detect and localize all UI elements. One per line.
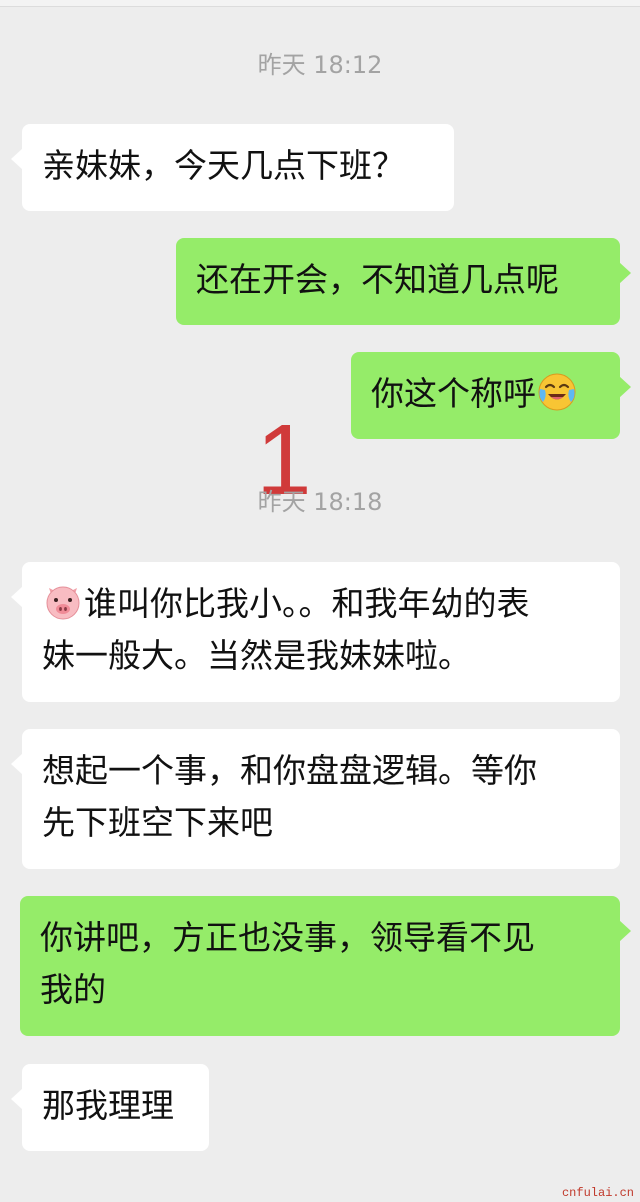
bubble-tail — [619, 376, 631, 398]
crying-laughing-emoji-icon — [537, 372, 577, 412]
message-text: 你这个称呼 — [371, 374, 536, 413]
message-text: 那我理理 — [42, 1086, 174, 1125]
bubble-tail — [11, 148, 23, 170]
message-bubble-incoming[interactable]: 谁叫你比我小。。和我年幼的表 妹一般大。当然是我妹妹啦。 — [11, 562, 620, 702]
message-text-line: 妹一般大。当然是我妹妹啦。 — [42, 636, 471, 675]
bubble-tail — [11, 753, 23, 775]
timestamp: 昨天 18:18 — [257, 488, 383, 516]
message-bubble-incoming[interactable]: 亲妹妹，今天几点下班？ — [11, 124, 454, 211]
bubble-tail — [11, 586, 23, 608]
message-bubble-outgoing[interactable]: 你这个称呼 — [351, 352, 631, 439]
bubble-tail — [11, 1088, 23, 1110]
message-text: 亲妹妹，今天几点下班？ — [42, 146, 405, 185]
message-bubble-outgoing[interactable]: 你讲吧，方正也没事，领导看不见 我的 — [20, 896, 631, 1036]
status-divider — [0, 0, 640, 7]
message-bubble-outgoing[interactable]: 还在开会，不知道几点呢 — [176, 238, 631, 325]
message-text: 还在开会，不知道几点呢 — [196, 260, 559, 299]
bubble-tail — [619, 262, 631, 284]
message-bubble-incoming[interactable]: 想起一个事，和你盘盘逻辑。等你 先下班空下来吧 — [11, 729, 620, 869]
message-text-line: 谁叫你比我小。。和我年幼的表 — [84, 584, 530, 623]
message-text-line: 想起一个事，和你盘盘逻辑。等你 — [42, 751, 537, 790]
message-bubble-incoming[interactable]: 那我理理 — [11, 1064, 209, 1151]
pig-face-emoji-icon — [43, 582, 83, 622]
bubble-tail — [619, 920, 631, 942]
timestamp: 昨天 18:12 — [257, 51, 383, 79]
message-text-line: 你讲吧，方正也没事，领导看不见 — [40, 918, 535, 957]
message-text-line: 我的 — [40, 970, 106, 1009]
watermark: cnfulai.cn — [561, 1186, 634, 1200]
message-text-line: 先下班空下来吧 — [42, 803, 273, 842]
